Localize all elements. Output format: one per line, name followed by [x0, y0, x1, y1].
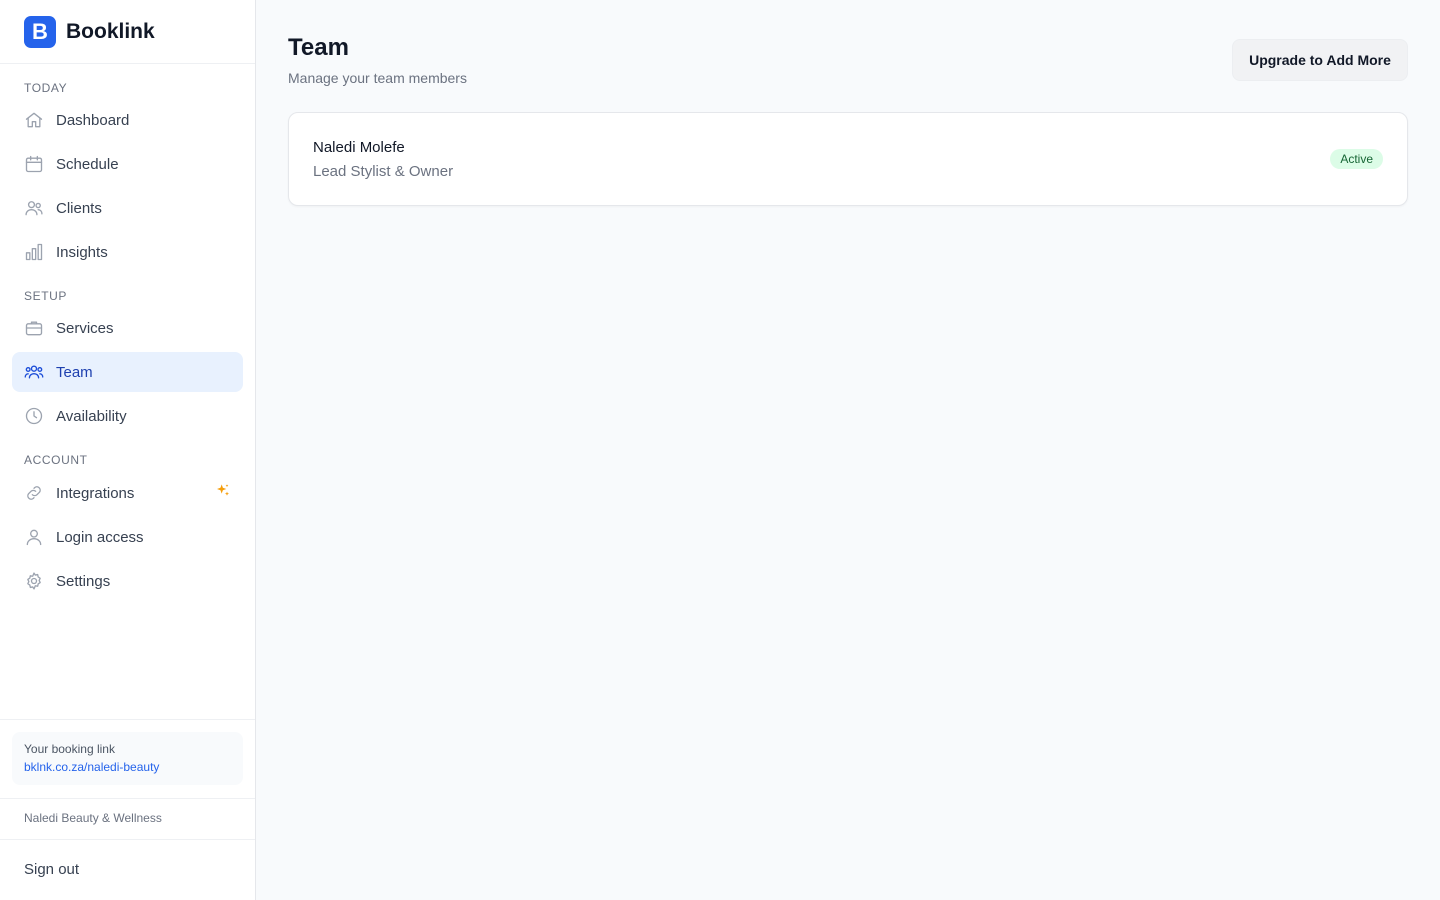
sidebar-item-label: Dashboard	[56, 111, 130, 129]
upgrade-button[interactable]: Upgrade to Add More	[1232, 39, 1408, 81]
gear-icon	[24, 571, 44, 591]
sidebar-item-availability[interactable]: Availability	[12, 396, 243, 436]
brand-name[interactable]: Booklink	[66, 20, 155, 44]
team-icon	[24, 362, 44, 382]
sidebar-item-label: Insights	[56, 243, 108, 261]
member-name: Naledi Molefe	[313, 139, 405, 156]
sidebar-item-services[interactable]: Services	[12, 308, 243, 348]
sidebar-item-label: Schedule	[56, 155, 119, 173]
brand: B Booklink	[0, 0, 255, 64]
sidebar-item-label: Availability	[56, 407, 127, 425]
team-member-card[interactable]: Naledi Molefe Lead Stylist & Owner Activ…	[288, 112, 1408, 206]
member-role: Lead Stylist & Owner	[313, 163, 454, 180]
sign-out-button[interactable]: Sign out	[24, 861, 79, 878]
brand-logo[interactable]: B	[24, 15, 56, 48]
page-title: Team	[288, 34, 349, 61]
sparkle-icon	[215, 483, 231, 503]
clock-icon	[24, 406, 44, 426]
divider	[0, 839, 255, 840]
sidebar-item-integrations[interactable]: Integrations	[12, 473, 243, 513]
divider	[0, 798, 255, 799]
link-icon	[24, 483, 44, 503]
booking-link[interactable]: bklnk.co.za/naledi-beauty	[24, 760, 231, 774]
briefcase-icon	[24, 318, 44, 338]
main-content: Team Manage your team members Upgrade to…	[256, 0, 1440, 900]
bar-chart-icon	[24, 242, 44, 262]
booking-link-title: Your booking link	[24, 742, 115, 756]
booking-link-card: Your booking link bklnk.co.za/naledi-bea…	[12, 732, 243, 785]
user-icon	[24, 527, 44, 547]
sidebar-item-label: Clients	[56, 199, 102, 217]
users-icon	[24, 198, 44, 218]
section-label-setup: Setup	[24, 289, 68, 303]
calendar-icon	[24, 154, 44, 174]
sidebar-item-label: Integrations	[56, 484, 135, 502]
sidebar-item-team[interactable]: Team	[12, 352, 243, 392]
page-subtitle: Manage your team members	[288, 70, 467, 86]
home-icon	[24, 110, 44, 130]
section-label-account: Account	[24, 453, 88, 467]
sidebar-item-settings[interactable]: Settings	[12, 561, 243, 601]
sidebar-item-schedule[interactable]: Schedule	[12, 144, 243, 184]
sidebar-item-dashboard[interactable]: Dashboard	[12, 100, 243, 140]
sidebar-item-login-access[interactable]: Login access	[12, 517, 243, 557]
business-name: Naledi Beauty & Wellness	[24, 811, 162, 825]
divider	[0, 719, 255, 720]
sidebar-item-label: Settings	[56, 572, 111, 590]
sidebar-item-label: Team	[56, 363, 93, 381]
status-badge: Active	[1330, 149, 1383, 169]
sidebar-item-label: Login access	[56, 528, 144, 546]
sidebar: B Booklink Today Dashboard Schedule Clie…	[0, 0, 256, 900]
sidebar-item-insights[interactable]: Insights	[12, 232, 243, 272]
section-label-today: Today	[24, 81, 68, 95]
sidebar-item-clients[interactable]: Clients	[12, 188, 243, 228]
sidebar-item-label: Services	[56, 319, 114, 337]
